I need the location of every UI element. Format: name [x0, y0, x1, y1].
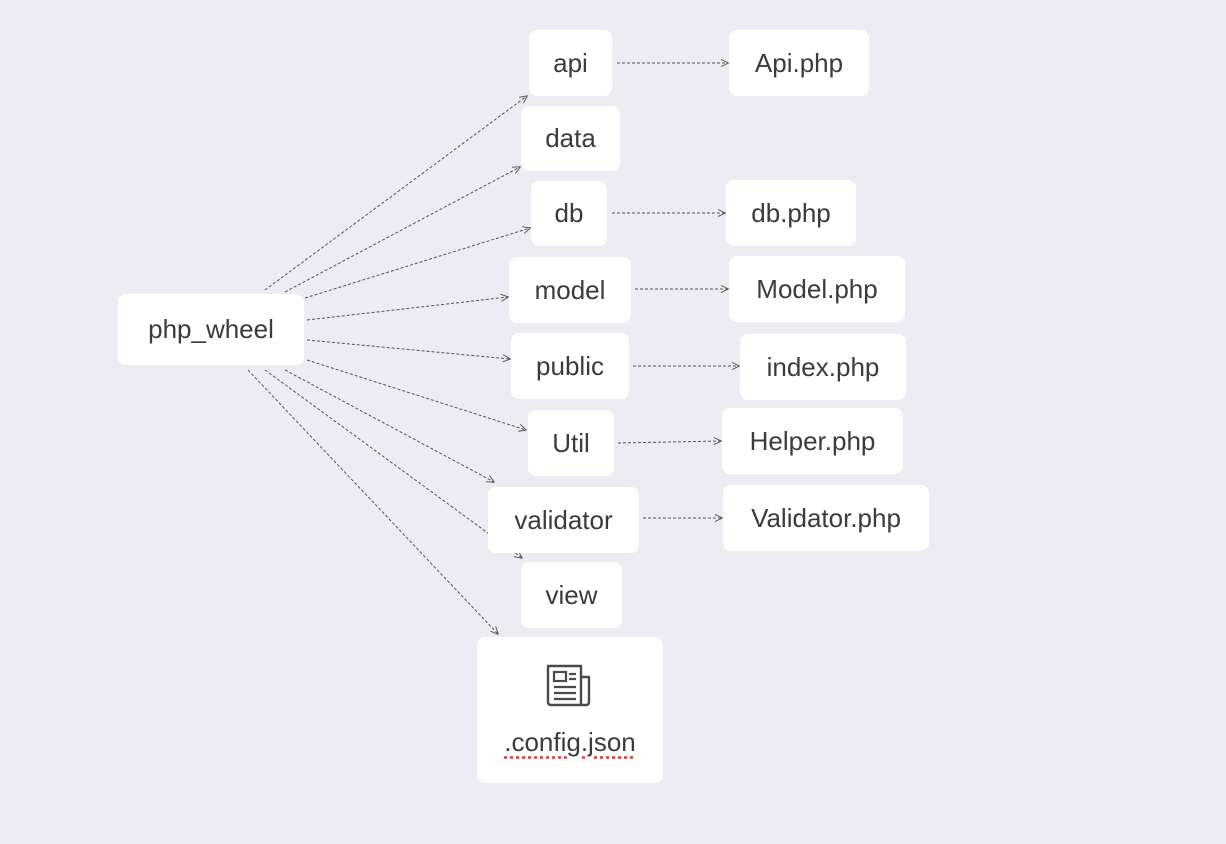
- folder-node-data[interactable]: data: [521, 106, 620, 171]
- diagram-canvas: php_wheel api data db model public Util …: [0, 0, 1226, 844]
- folder-node-api[interactable]: api: [529, 30, 612, 96]
- edge-root-db: [304, 228, 530, 299]
- edge-root-config: [247, 369, 498, 634]
- file-node-label: Model.php: [756, 273, 878, 304]
- folder-node-validator[interactable]: validator: [488, 487, 639, 553]
- folder-node-label: public: [536, 350, 604, 381]
- edge-root-data: [284, 167, 520, 293]
- edge-util-file: [617, 441, 721, 443]
- file-node-label: Api.php: [754, 47, 844, 78]
- folder-node-label: api: [553, 47, 588, 78]
- file-node-label: Helper.php: [749, 425, 876, 456]
- folder-node-label: validator: [514, 504, 613, 535]
- folder-node-db[interactable]: db: [531, 181, 607, 246]
- edge-root-public: [306, 339, 510, 359]
- file-node-label: Validator.php: [751, 502, 901, 533]
- file-node-label: index.php: [766, 351, 880, 382]
- folder-node-label: model: [534, 274, 606, 305]
- file-node-label: db.php: [751, 197, 831, 228]
- folder-node-model[interactable]: model: [509, 257, 631, 323]
- folder-node-view[interactable]: view: [521, 562, 622, 628]
- edge-root-util: [306, 359, 526, 430]
- document-icon: [546, 664, 591, 706]
- file-node-api-php[interactable]: Api.php: [729, 30, 869, 96]
- folder-node-public[interactable]: public: [511, 333, 629, 399]
- folder-node-label: data: [545, 123, 596, 153]
- folder-node-label: db: [554, 198, 584, 228]
- folder-node-util[interactable]: Util: [528, 410, 614, 476]
- root-node[interactable]: php_wheel: [118, 294, 304, 365]
- folder-node-label: Util: [552, 427, 590, 458]
- folder-node-label: view: [545, 579, 598, 610]
- edge-root-api: [264, 96, 527, 291]
- file-node-model-php[interactable]: Model.php: [729, 256, 905, 322]
- edge-root-model: [306, 297, 508, 321]
- edge-root-validator: [284, 369, 494, 482]
- file-node-helper-php[interactable]: Helper.php: [722, 408, 903, 474]
- root-node-label: php_wheel: [148, 314, 274, 344]
- edge-root-view: [264, 369, 522, 558]
- file-node-index-php[interactable]: index.php: [740, 334, 906, 400]
- config-file-node[interactable]: .config.json: [477, 637, 663, 783]
- file-node-db-php[interactable]: db.php: [726, 180, 856, 246]
- config-file-label: .config.json: [504, 726, 636, 757]
- file-node-validator-php[interactable]: Validator.php: [723, 485, 929, 551]
